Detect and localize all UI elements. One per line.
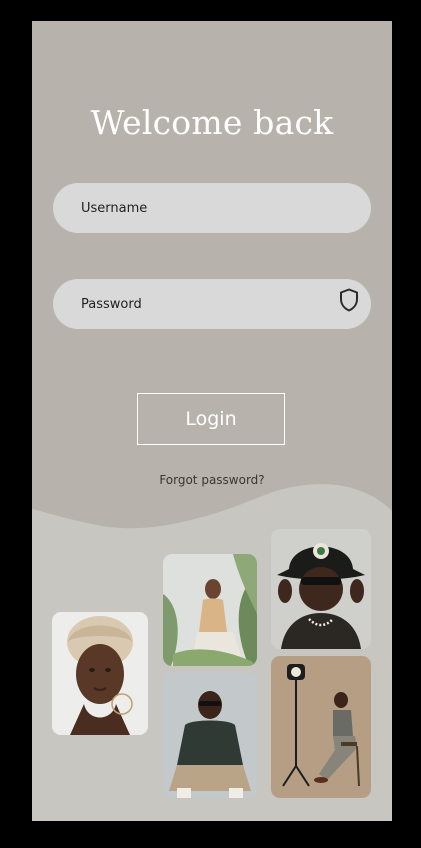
forgot-password-link[interactable]: Forgot password? [32,473,392,487]
gallery-photo-man-bucket-hat [271,529,371,649]
login-screen: Welcome back Username Password Login For… [32,21,392,821]
shield-icon[interactable] [339,288,359,312]
gallery-photo-woman-studio-light [271,656,371,798]
gallery-photo-woman-with-plants [163,554,257,666]
gallery-photo-portrait-headwrap [52,612,148,735]
login-button[interactable]: Login [137,393,285,445]
username-placeholder: Username [81,200,148,216]
page-title: Welcome back [90,103,334,142]
password-field[interactable]: Password [53,279,371,329]
gallery-photo-man-sitting [163,673,257,798]
username-field[interactable]: Username [53,183,371,233]
password-placeholder: Password [81,296,142,312]
